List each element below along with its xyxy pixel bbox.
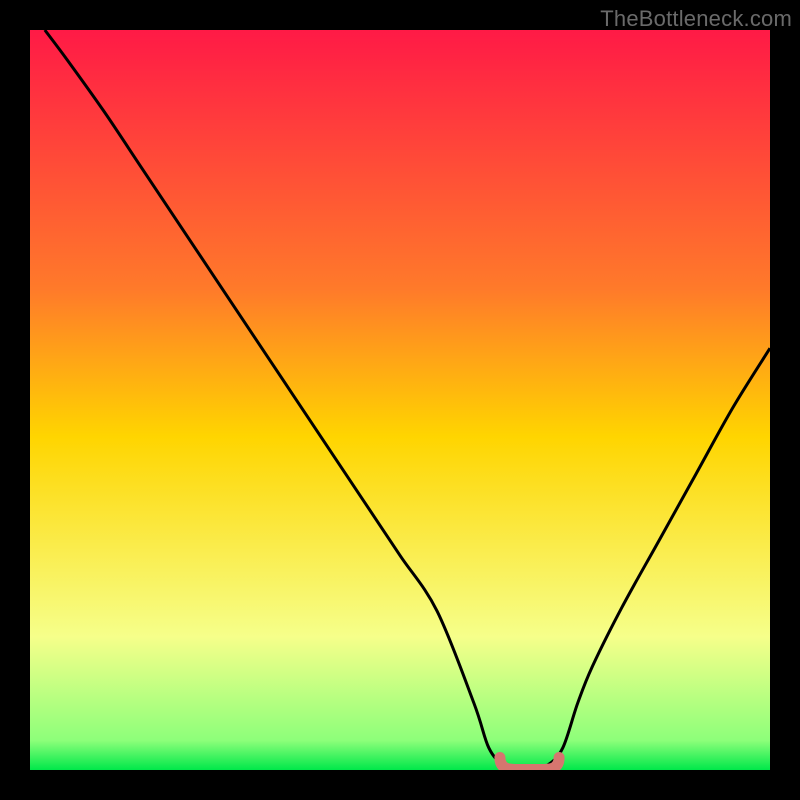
plot-background bbox=[30, 30, 770, 770]
chart-frame: { "watermark": "TheBottleneck.com", "col… bbox=[0, 0, 800, 800]
bottleneck-chart bbox=[0, 0, 800, 800]
watermark-text: TheBottleneck.com bbox=[600, 6, 792, 32]
